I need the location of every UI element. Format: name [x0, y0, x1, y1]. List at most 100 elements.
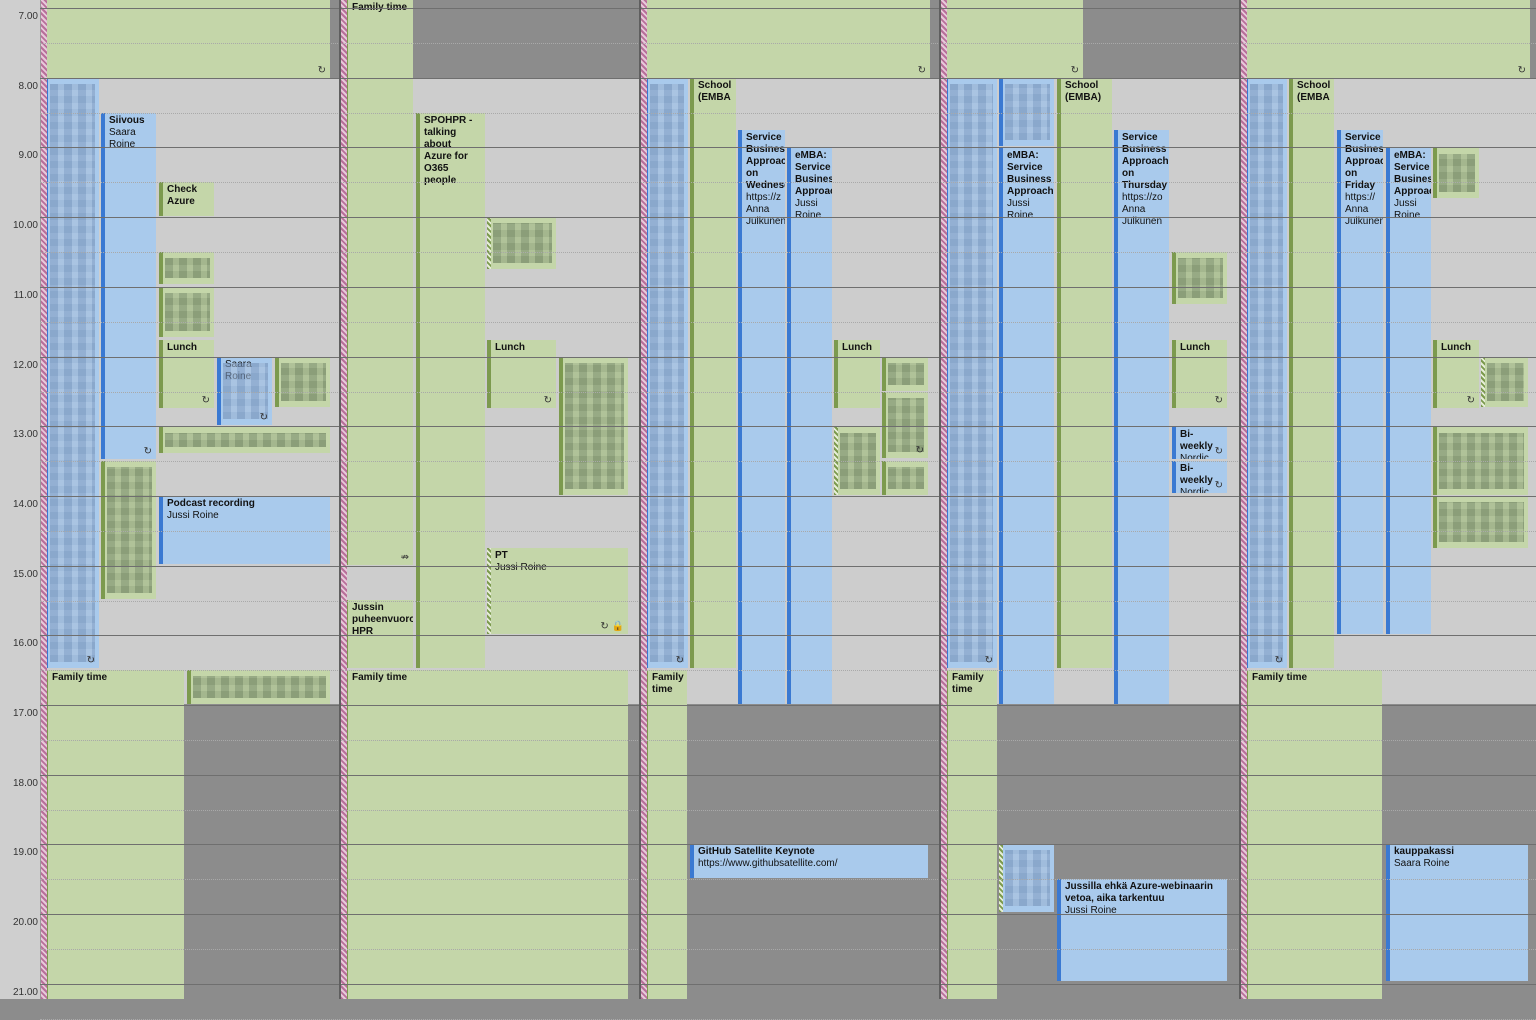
time-gutter: 7.00 8.00 9.00 10.00 11.00 12.00 13.00 14.00 15.… — [0, 0, 41, 999]
hour-label: 19.00 — [12, 847, 38, 858]
event-title: Jussin puheenvuoro HPR — [352, 602, 413, 637]
calendar-event[interactable]: Lunch ↻ — [1433, 340, 1479, 408]
calendar-event[interactable]: GitHub Satellite Keynote https://www.gith… — [690, 844, 928, 878]
calendar-event[interactable]: Lunch — [834, 340, 880, 408]
tentative-stripe — [41, 0, 47, 999]
event-details: Jussi Roine — [1065, 905, 1117, 916]
recurrence-icon: ↻ 🔒 — [600, 621, 624, 632]
calendar-event[interactable] — [159, 252, 214, 284]
hour-label: 9.00 — [18, 150, 38, 161]
redacted-content — [1005, 84, 1050, 140]
calendar-event[interactable]: SPOHPR - talking about Azure for O365 pe… — [416, 113, 485, 668]
calendar-event[interactable] — [101, 461, 156, 599]
hour-label: 7.00 — [18, 11, 38, 22]
hour-label: 20.00 — [12, 917, 38, 928]
day-separator — [1239, 0, 1241, 999]
calendar-event[interactable]: Lunch ↻ — [159, 340, 214, 408]
hour-gridline — [40, 984, 1536, 985]
calendar-event[interactable]: Saara Roine↻ — [217, 357, 272, 425]
calendar-event[interactable] — [1433, 496, 1528, 548]
calendar-event[interactable]: PT Jussi Roine ↻ 🔒 — [487, 548, 628, 634]
calendar-event[interactable]: Check Azure — [159, 182, 214, 216]
calendar-event[interactable]: ↻ — [882, 392, 928, 458]
calendar-event[interactable] — [882, 357, 928, 391]
event-title: GitHub Satellite Keynote — [698, 846, 815, 857]
hour-gridline — [40, 496, 1536, 497]
hour-label: 13.00 — [12, 429, 38, 440]
calendar-event[interactable] — [275, 357, 330, 407]
calendar-event[interactable] — [882, 461, 928, 495]
event-title: eMBA: Service Business Approach — [1394, 150, 1431, 197]
calendar-event[interactable]: ↻ — [44, 78, 99, 668]
calendar-event[interactable] — [999, 844, 1054, 912]
redacted-content — [165, 433, 326, 447]
recurrence-icon: ↻ — [675, 655, 684, 666]
half-hour-gridline — [40, 879, 1536, 880]
calendar-event[interactable]: ↻ — [47, 0, 330, 78]
event-details: https://zo Anna Julkunen — [1122, 192, 1163, 227]
hour-gridline — [40, 426, 1536, 427]
calendar-event[interactable]: School (EMBA — [690, 78, 736, 668]
event-title: Family time — [352, 672, 408, 683]
event-details: Jussi Roine — [495, 562, 547, 573]
calendar-event[interactable]: School (EMBA — [1289, 78, 1334, 668]
calendar-event[interactable]: ↻ — [647, 0, 930, 78]
calendar-event[interactable] — [1172, 252, 1227, 304]
calendar-event[interactable]: ↻ — [1247, 0, 1530, 78]
calendar-event[interactable]: ↻ — [1244, 78, 1287, 668]
calendar-event[interactable]: ↻ — [644, 78, 688, 668]
event-details: https://www.githubsatellite.com/ — [698, 858, 838, 869]
calendar-event[interactable]: Jussin puheenvuoro HPR — [344, 600, 413, 668]
recurrence-icon: ⇏ — [400, 552, 409, 563]
calendar-event[interactable]: Lunch ↻ — [487, 340, 556, 408]
calendar-event[interactable]: ↻ — [947, 0, 1083, 78]
calendar-event[interactable]: Lunch ↻ — [1172, 340, 1227, 408]
hour-gridline — [40, 357, 1536, 358]
redacted-content — [1439, 502, 1524, 542]
half-hour-gridline — [40, 113, 1536, 114]
calendar-event[interactable]: Jussilla ehkä Azure-webinaarin vetoa, ai… — [1057, 879, 1227, 981]
event-details: https://z Anna Julkunen — [746, 192, 785, 227]
calendar-event[interactable]: Service Business Approach on Fridayhttps… — [1337, 130, 1383, 634]
hour-label: 21.00 — [12, 987, 38, 998]
calendar-event[interactable] — [1481, 357, 1528, 407]
recurrence-icon: ↻ — [915, 445, 924, 456]
recurrence-icon: ↻ — [143, 446, 152, 457]
recurrence-icon: ↻ — [1274, 655, 1283, 666]
calendar-event[interactable]: Siivous Saara Roine ↻ — [101, 113, 156, 459]
recurrence-icon: ↻ — [917, 65, 926, 76]
event-details: Jussi Roine — [795, 198, 822, 221]
calendar-event[interactable]: Podcast recording Jussi Roine — [159, 496, 330, 564]
hour-gridline — [40, 217, 1536, 218]
calendar-event[interactable] — [187, 670, 330, 704]
hour-label: 15.00 — [12, 569, 38, 580]
calendar-event[interactable]: School (EMBA) — [1057, 78, 1112, 668]
calendar-event[interactable]: ↻ — [944, 78, 997, 668]
hour-gridline — [40, 147, 1536, 148]
redacted-content — [193, 676, 326, 698]
hour-label: 18.00 — [12, 778, 38, 789]
calendar-event[interactable]: Bi-weekly Nordic ↻ — [1172, 461, 1227, 493]
calendar-event[interactable]: kauppakassi Saara Roine — [1386, 844, 1528, 981]
hour-label: 14.00 — [12, 499, 38, 510]
calendar-event[interactable] — [159, 287, 214, 337]
half-hour-gridline — [40, 670, 1536, 671]
half-hour-gridline — [40, 461, 1536, 462]
calendar-event[interactable]: Bi-weekly Nordic ↻ — [1172, 427, 1227, 459]
calendar-event[interactable]: Family time⇏ — [344, 0, 413, 565]
half-hour-gridline — [40, 43, 1536, 44]
redacted-content — [650, 84, 684, 662]
calendar-event[interactable] — [1433, 148, 1479, 198]
half-hour-gridline — [40, 252, 1536, 253]
calendar-event[interactable] — [487, 217, 556, 269]
recurrence-icon: ↻ — [1214, 480, 1223, 491]
calendar-week-view[interactable]: 7.00 8.00 9.00 10.00 11.00 12.00 13.00 14.00 15.… — [0, 0, 1536, 1020]
calendar-event[interactable] — [999, 78, 1054, 146]
recurrence-icon: ↻ — [543, 395, 552, 406]
event-title: Service Business Approach on Thursday — [1122, 132, 1169, 191]
calendar-event[interactable] — [159, 427, 330, 453]
hour-label: 12.00 — [12, 360, 38, 371]
redacted-content — [281, 363, 326, 401]
calendar-event[interactable]: eMBA: Service Business ApproachJussi Roi… — [1386, 148, 1431, 634]
event-details: Jussi Roine — [1394, 198, 1421, 221]
